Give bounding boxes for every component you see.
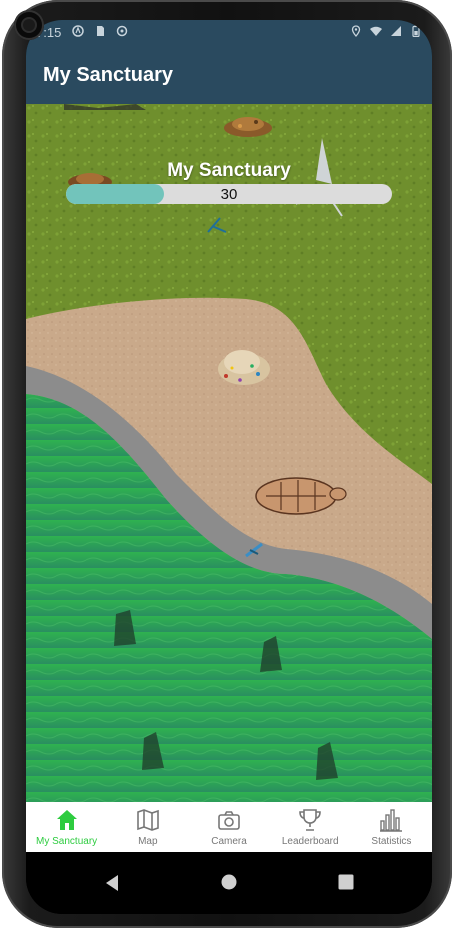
status-icons-right <box>350 25 422 37</box>
sync-icon <box>116 25 128 37</box>
recents-icon[interactable] <box>338 874 354 890</box>
wifi-icon <box>370 26 382 36</box>
battery-icon <box>412 25 420 37</box>
notification-a-icon <box>72 25 84 37</box>
screen: 7:15 My Sanctuary My Sanctuary 30 My San… <box>26 20 432 914</box>
nav-label: Map <box>138 836 158 847</box>
nav-label: Camera <box>211 836 247 847</box>
system-navigation-bar <box>26 852 432 914</box>
sim-icon <box>97 26 104 36</box>
home-icon <box>56 810 77 830</box>
map-icon <box>136 809 159 831</box>
nav-label: Statistics <box>371 836 412 847</box>
camera-icon <box>218 811 240 830</box>
app-bar: My Sanctuary <box>26 46 432 104</box>
phone-frame: 7:15 My Sanctuary My Sanctuary 30 My San… <box>2 0 452 928</box>
trophy-icon <box>299 809 322 831</box>
nav-statistics[interactable]: Statistics <box>351 802 432 852</box>
status-icons-left <box>72 25 128 37</box>
bottom-navigation: My Sanctuary Map Camera Leaderboard Stat… <box>26 802 432 852</box>
signal-icon <box>391 26 401 36</box>
nav-my-sanctuary[interactable]: My Sanctuary <box>26 802 107 852</box>
nav-label: Leaderboard <box>281 836 339 847</box>
sanctuary-illustration <box>26 104 432 802</box>
page-title: My Sanctuary <box>43 64 174 86</box>
sanctuary-title: My Sanctuary <box>167 160 291 181</box>
progress-value: 30 <box>220 186 238 203</box>
back-icon[interactable] <box>104 874 120 892</box>
nav-camera[interactable]: Camera <box>188 802 269 852</box>
location-icon <box>351 25 361 37</box>
front-camera <box>14 10 44 40</box>
nav-label: My Sanctuary <box>36 836 98 847</box>
sanctuary-progress-bar: 30 <box>66 184 392 204</box>
home-button-icon[interactable] <box>221 874 237 890</box>
status-bar: 7:15 <box>26 20 432 46</box>
nav-leaderboard[interactable]: Leaderboard <box>270 802 351 852</box>
bar-chart-icon <box>380 809 403 832</box>
sanctuary-scene[interactable]: My Sanctuary 30 <box>26 104 432 802</box>
nav-map[interactable]: Map <box>107 802 188 852</box>
